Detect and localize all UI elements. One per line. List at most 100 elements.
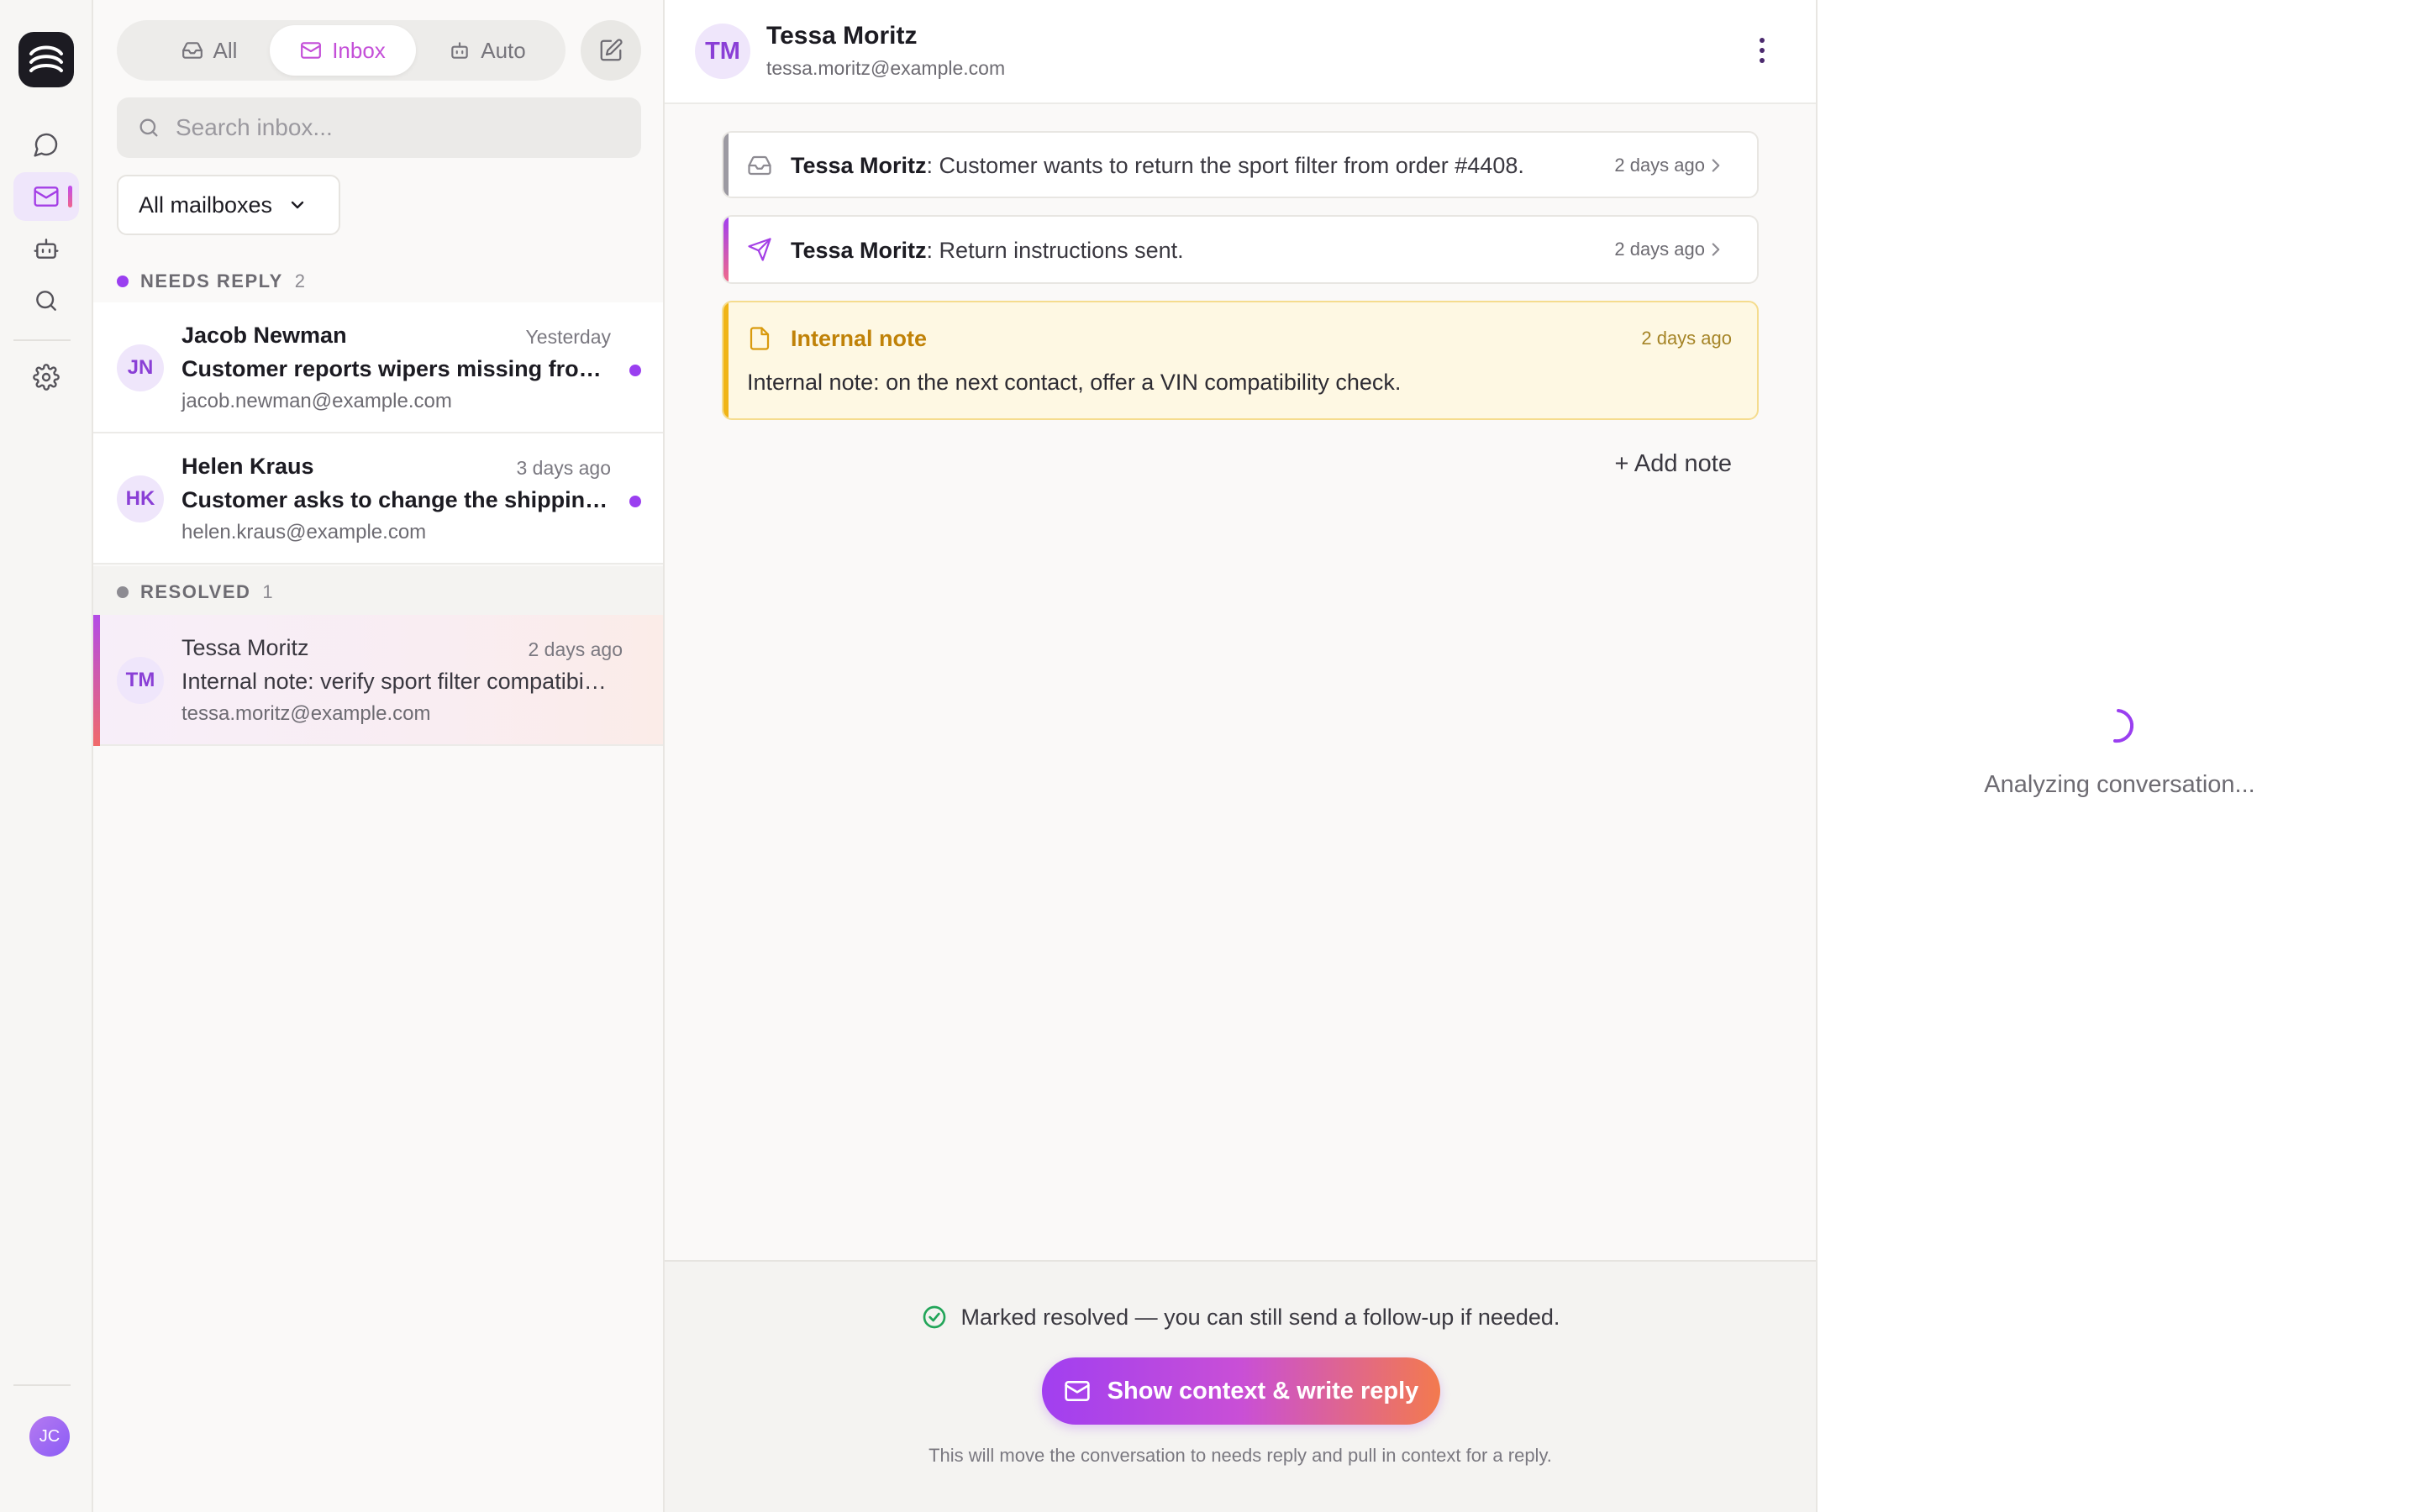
- conversation-name: Tessa Moritz: [182, 635, 309, 660]
- section-resolved-label: RESOLVED: [140, 581, 251, 602]
- avatar: HK: [117, 475, 164, 522]
- conversation-email: helen.kraus@example.com: [182, 521, 427, 543]
- mailbox-dropdown-value: All mailboxes: [139, 192, 273, 218]
- nav-settings-button[interactable]: [13, 353, 79, 402]
- tab-auto[interactable]: Auto: [421, 25, 554, 76]
- tab-all[interactable]: All: [150, 25, 268, 76]
- tray-icon: [182, 42, 203, 59]
- chat-icon: [34, 133, 58, 157]
- conversation-item[interactable]: HK Helen Kraus 3 days ago Customer asks …: [93, 433, 663, 564]
- conversation-email: tessa.moritz@example.com: [182, 702, 431, 725]
- user-avatar[interactable]: JC: [29, 1416, 70, 1457]
- analyzing-status: Analyzing conversation...: [1984, 771, 2255, 798]
- thread-header: TM Tessa Moritz tessa.moritz@example.com: [665, 0, 1816, 104]
- chevron-right-icon: [1712, 159, 1720, 172]
- section-needs-reply-label: NEEDS REPLY: [140, 270, 283, 291]
- conversation-subject: Internal note: verify sport filter compa…: [182, 669, 610, 694]
- loading-spinner-icon: [2113, 709, 2134, 743]
- bot-icon: [451, 42, 468, 59]
- send-icon: [748, 238, 771, 261]
- nav-automations-button[interactable]: [13, 224, 79, 273]
- note-icon: [750, 327, 770, 350]
- note-title: Internal note: [791, 326, 928, 351]
- section-needs-reply-count: 2: [294, 270, 305, 291]
- conversation-item[interactable]: JN Jacob Newman Yesterday Customer repor…: [93, 302, 663, 433]
- avatar: TM: [695, 24, 750, 79]
- search-icon: [36, 291, 56, 311]
- wave-logo[interactable]: [18, 32, 74, 87]
- resolved-status-text: Marked resolved — you can still send a f…: [960, 1304, 1560, 1330]
- message-author: Tessa Moritz: [791, 238, 927, 263]
- message-accent-bar: [723, 217, 729, 282]
- view-switcher: All Inbox Auto: [117, 20, 566, 81]
- note-accent-bar: [723, 302, 729, 418]
- mailbox-dropdown[interactable]: All mailboxes: [117, 175, 340, 235]
- more-options-button[interactable]: [1752, 35, 1772, 66]
- selected-accent-bar: [93, 615, 100, 746]
- conversation-email: jacob.newman@example.com: [182, 390, 452, 412]
- inbox-list-panel: All Inbox Auto All mailboxes NEEDS REPLY…: [93, 0, 665, 1512]
- conversation-time: 3 days ago: [516, 457, 611, 479]
- mail-icon: [301, 42, 322, 59]
- rail-divider: [13, 1384, 71, 1386]
- active-indicator: [68, 186, 72, 207]
- tray-icon: [748, 155, 771, 176]
- message-preview: Tessa Moritz: Return instructions sent.: [791, 238, 1184, 264]
- tab-inbox[interactable]: Inbox: [270, 25, 416, 76]
- unread-dot: [629, 365, 641, 376]
- context-panel: Analyzing conversation...: [1816, 0, 2420, 1512]
- message-time: 2 days ago: [1614, 239, 1705, 260]
- conversation-name: Jacob Newman: [182, 323, 347, 348]
- conversation-item-selected[interactable]: TM Tessa Moritz 2 days ago Internal note…: [93, 615, 663, 746]
- contact-email: tessa.moritz@example.com: [766, 57, 1006, 79]
- gear-icon: [33, 364, 60, 391]
- tab-all-label: All: [213, 37, 238, 63]
- reply-hint: This will move the conversation to needs…: [929, 1445, 1552, 1466]
- chevron-down-icon: [291, 201, 304, 209]
- check-circle-icon: [923, 1305, 945, 1329]
- avatar: TM: [117, 657, 164, 704]
- note-time: 2 days ago: [1641, 328, 1732, 349]
- note-body: Internal note: on the next contact, offe…: [747, 370, 1402, 395]
- message-preview: Tessa Moritz: Customer wants to return t…: [791, 153, 1524, 179]
- nav-inbox-button[interactable]: [13, 172, 79, 221]
- message-text: : Return instructions sent.: [926, 238, 1184, 263]
- nav-chats-button[interactable]: [13, 120, 79, 169]
- bot-icon: [34, 239, 59, 259]
- section-resolved: RESOLVED 1: [117, 580, 273, 605]
- section-resolved-count: 1: [262, 581, 273, 602]
- message-outbound[interactable]: Tessa Moritz: Return instructions sent. …: [722, 215, 1759, 284]
- rail-divider: [13, 339, 71, 341]
- search-input[interactable]: [176, 114, 629, 141]
- add-note-button[interactable]: + Add note: [1615, 450, 1733, 478]
- thread-footer: Marked resolved — you can still send a f…: [665, 1260, 1816, 1512]
- mail-icon: [34, 186, 59, 207]
- write-reply-button[interactable]: Show context & write reply: [1042, 1357, 1440, 1425]
- unread-dot: [629, 496, 641, 507]
- conversation-subject: Customer reports wipers missing from ord…: [182, 356, 610, 381]
- resolved-status: Marked resolved — you can still send a f…: [665, 1304, 1816, 1331]
- inbox-search: [117, 97, 641, 158]
- contact-name: Tessa Moritz: [766, 22, 918, 50]
- compose-button[interactable]: [581, 20, 641, 81]
- nav-search-button[interactable]: [13, 276, 79, 325]
- section-needs-reply: NEEDS REPLY 2: [117, 269, 305, 294]
- section-dot: [117, 586, 129, 598]
- kebab-menu-icon: [1760, 38, 1765, 63]
- chevron-right-icon: [1712, 243, 1720, 256]
- write-reply-label: Show context & write reply: [1107, 1377, 1419, 1404]
- compose-icon: [600, 39, 623, 61]
- nav-rail: JC: [0, 0, 93, 1512]
- message-accent-bar: [723, 133, 729, 197]
- message-inbound[interactable]: Tessa Moritz: Customer wants to return t…: [722, 131, 1759, 198]
- conversation-thread: TM Tessa Moritz tessa.moritz@example.com…: [665, 0, 1816, 1512]
- section-dot: [117, 276, 129, 287]
- tab-auto-label: Auto: [481, 37, 526, 63]
- section-resolved-band: RESOLVED 1: [93, 566, 663, 618]
- conversation-time: Yesterday: [525, 326, 611, 348]
- message-text: : Customer wants to return the sport fil…: [926, 153, 1524, 178]
- mail-icon: [1065, 1381, 1090, 1401]
- search-icon: [139, 118, 158, 137]
- internal-note: Internal note 2 days ago Internal note: …: [722, 301, 1759, 420]
- conversation-name: Helen Kraus: [182, 454, 314, 479]
